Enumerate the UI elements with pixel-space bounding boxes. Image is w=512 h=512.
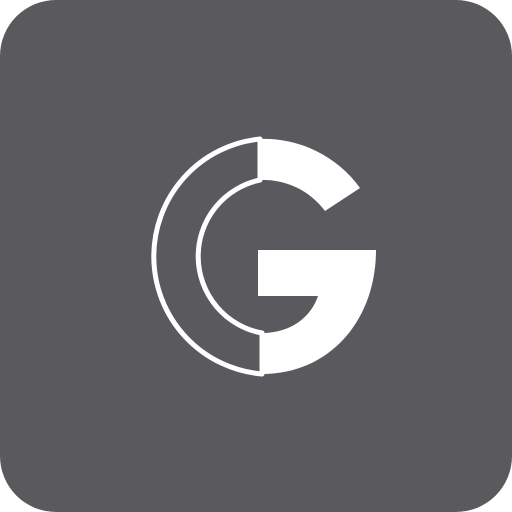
- app-icon-tile[interactable]: [0, 0, 512, 512]
- google-g-icon: [151, 136, 376, 377]
- g-outline-half: [151, 136, 265, 377]
- g-solid-half: [258, 138, 376, 374]
